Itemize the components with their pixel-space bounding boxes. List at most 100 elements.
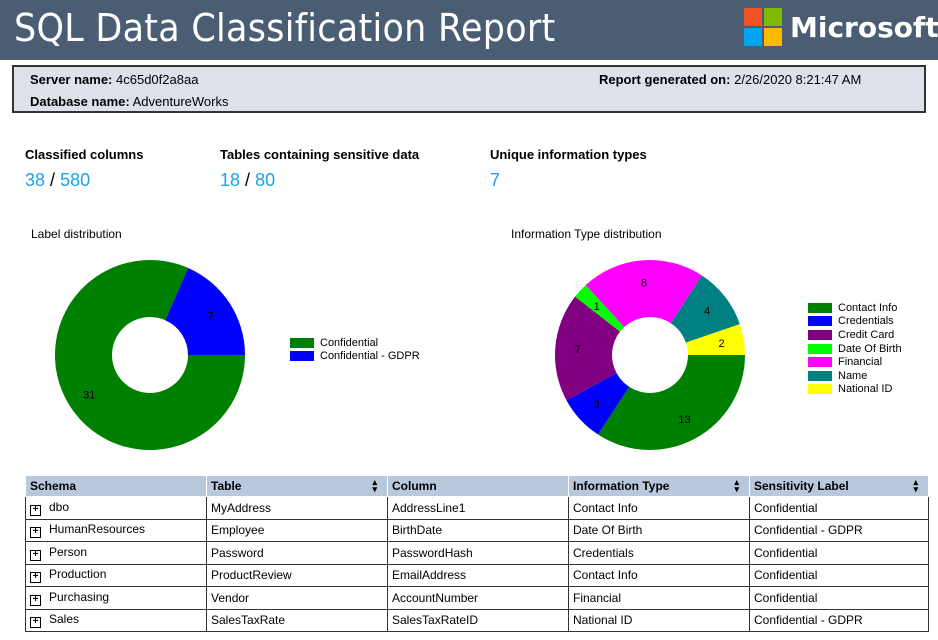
expand-icon[interactable]: + (30, 617, 41, 629)
slice-value-label: 7 (575, 344, 581, 356)
table-cell: Confidential (749, 496, 929, 520)
sort-icon[interactable]: ▴ ▾ (913, 478, 918, 494)
database-name-value: AdventureWorks (132, 94, 229, 109)
sort-icon[interactable]: ▴ ▾ (734, 478, 739, 494)
cell-text: Employee (211, 523, 265, 538)
expand-icon[interactable]: + (30, 504, 41, 516)
cell-text: Purchasing (49, 589, 110, 604)
table-cell: MyAddress (206, 496, 388, 520)
expand-icon[interactable]: + (30, 572, 41, 584)
table-cell: + Sales (25, 608, 207, 632)
column-header-sensitivity-label[interactable]: Sensitivity Label ▴ ▾ (749, 475, 929, 497)
logo-square-blue (744, 28, 762, 46)
sort-icon[interactable]: ▴ ▾ (372, 478, 377, 494)
cell-text: Confidential (754, 500, 818, 515)
info-type-distribution-legend: Contact Info Credentials Credit Card Date O… (808, 301, 902, 396)
info-type-distribution-chart: 13 3 7 1 8 4 2 (555, 260, 745, 451)
stat-slash: / (50, 170, 56, 190)
stat-unique-info-types: Unique information types 7 (490, 147, 647, 191)
cell-text: Production (49, 567, 107, 582)
legend-label: Contact Info (838, 301, 898, 314)
logo-square-yellow (764, 28, 782, 46)
cell-text: HumanResources (49, 522, 146, 537)
report-generated-label: Report generated on: (599, 72, 731, 87)
cell-text: AccountNumber (392, 590, 479, 605)
table-cell: Confidential - GDPR (749, 518, 929, 542)
legend-label: National ID (838, 383, 893, 396)
table-cell: + HumanResources (25, 518, 207, 542)
slice-value-label: 8 (641, 278, 647, 290)
cell-text: EmailAddress (392, 568, 467, 583)
stat-label: Classified columns (25, 147, 144, 162)
legend-item: Confidential - GDPR (290, 350, 420, 364)
legend-swatch (808, 302, 832, 313)
legend-item: National ID (808, 383, 902, 397)
cell-text: Contact Info (573, 568, 638, 583)
cell-text: ProductReview (211, 568, 292, 583)
legend-item: Credit Card (808, 328, 902, 342)
stat-slash: / (245, 170, 251, 190)
expand-icon[interactable]: + (30, 527, 41, 539)
logo-square-green (764, 8, 782, 26)
slice-value-label: 2 (718, 338, 724, 350)
cell-text: MyAddress (211, 500, 272, 515)
table-cell: + Production (25, 563, 207, 587)
table-row: + Purchasing Vendor AccountNumber Financial C… (25, 586, 929, 610)
table-cell: Confidential (749, 563, 929, 587)
cell-text: Financial (573, 590, 622, 605)
cell-text: AddressLine1 (392, 500, 466, 515)
table-cell: SalesTaxRate (206, 608, 388, 632)
microsoft-logo: Microsoft (744, 8, 938, 48)
legend-item: Confidential (290, 336, 420, 350)
legend-swatch (808, 343, 832, 354)
cell-text: BirthDate (392, 523, 443, 538)
legend-label: Credit Card (838, 328, 895, 341)
report-generated-value: 2/26/2020 8:21:47 AM (734, 72, 862, 87)
database-name-label: Database name: (30, 94, 130, 109)
table-row: + HumanResources Employee BirthDate Date Of … (25, 518, 929, 542)
legend-swatch (808, 370, 832, 381)
table-cell: + dbo (25, 496, 207, 520)
table-cell: + Purchasing (25, 586, 207, 610)
classification-table: Schema Table ▴ ▾ Column Information Type ▴ ▾… (25, 475, 929, 632)
cell-text: Password (211, 545, 264, 560)
server-name-label: Server name: (30, 72, 113, 87)
slice-value-label: 3 (594, 399, 600, 411)
legend-swatch (290, 351, 314, 362)
table-cell: Contact Info (568, 563, 750, 587)
label-distribution-legend: Confidential Confidential - GDPR (290, 336, 420, 363)
logo-wordmark: Microsoft (790, 11, 938, 44)
cell-text: Vendor (211, 590, 250, 605)
table-cell: Financial (568, 586, 750, 610)
cell-text: Confidential (754, 568, 818, 583)
column-header-schema: Schema (25, 475, 207, 497)
stat-value: 38 / 580 (25, 170, 143, 191)
label-distribution-chart: 31 7 (55, 260, 246, 450)
table-row: + Person Password PasswordHash Credentials Co… (25, 541, 929, 565)
expand-icon[interactable]: + (30, 549, 41, 561)
legend-item: Name (808, 369, 902, 383)
slice-value-label: 7 (208, 310, 214, 322)
cell-text: Person (49, 544, 88, 559)
table-row: + dbo MyAddress AddressLine1 Contact Info Con… (25, 496, 929, 520)
column-header-label: Schema (30, 479, 77, 493)
expand-icon[interactable]: + (30, 594, 41, 606)
report-header: SQL Data Classification Report Microsoft (0, 0, 938, 60)
stat-count: 18 (220, 170, 241, 190)
cell-text: Confidential (754, 590, 818, 605)
stat-value: 7 (490, 170, 647, 191)
table-row: + Sales SalesTaxRate SalesTaxRateID National… (25, 608, 929, 632)
column-header-table[interactable]: Table ▴ ▾ (206, 475, 388, 497)
column-header-information-type[interactable]: Information Type ▴ ▾ (568, 475, 750, 497)
legend-label: Financial (838, 356, 883, 369)
server-name: Server name: 4c65d0f2a8aa (30, 72, 198, 87)
legend-item: Date Of Birth (808, 342, 902, 356)
legend-swatch (808, 316, 832, 327)
slice-value-label: 4 (704, 305, 710, 317)
cell-text: Date Of Birth (573, 523, 643, 538)
stat-value: 18 / 80 (220, 170, 419, 191)
table-cell: Vendor (206, 586, 388, 610)
report-generated: Report generated on: 2/26/2020 8:21:47 A… (599, 72, 861, 87)
stat-count: 38 (25, 170, 46, 190)
column-header-label: Column (392, 479, 437, 493)
